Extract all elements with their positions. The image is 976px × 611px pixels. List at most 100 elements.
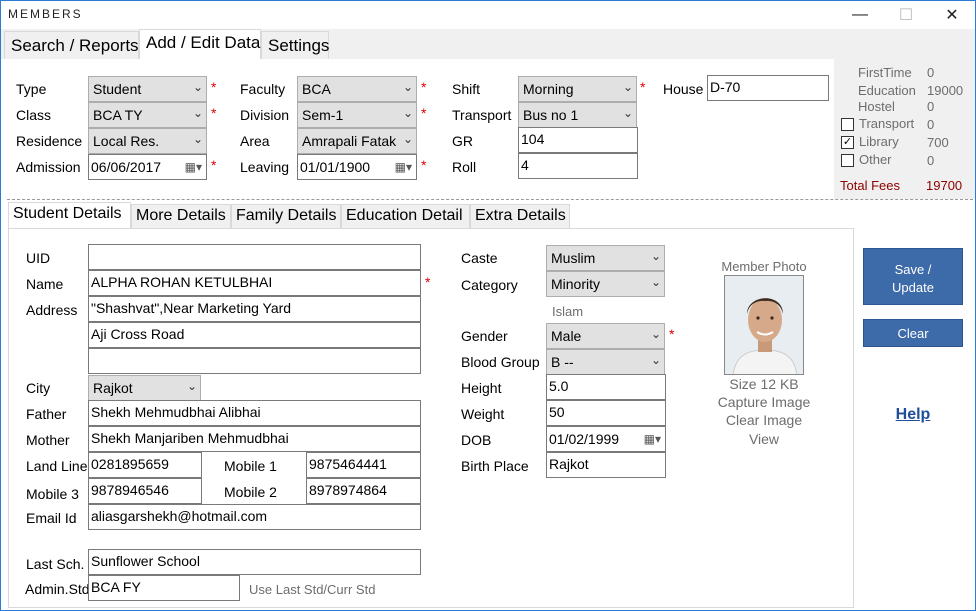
class-select[interactable]: BCA TY ⌄ bbox=[88, 102, 207, 128]
father-input[interactable]: Shekh Mehmudbhai Alibhai bbox=[88, 400, 421, 426]
leaving-date[interactable]: 01/01/1900 ▦▾ bbox=[297, 154, 417, 180]
tab-more-details[interactable]: More Details bbox=[131, 204, 231, 228]
uid-input[interactable] bbox=[88, 244, 421, 270]
bloodgroup-label: Blood Group bbox=[461, 354, 540, 370]
tab-education-detail[interactable]: Education Detail bbox=[341, 204, 470, 228]
name-input[interactable]: ALPHA ROHAN KETULBHAI bbox=[88, 270, 421, 296]
hostel-value: 0 bbox=[927, 99, 935, 114]
shift-label: Shift bbox=[452, 81, 481, 97]
required-mark: * bbox=[421, 79, 427, 95]
help-link[interactable]: Help bbox=[863, 406, 963, 424]
height-input[interactable]: 5.0 bbox=[546, 374, 666, 400]
address-label: Address bbox=[26, 302, 78, 318]
chevron-down-icon: ⌄ bbox=[622, 80, 633, 94]
city-label: City bbox=[26, 380, 51, 396]
education-value: 19000 bbox=[927, 83, 964, 98]
mobile1-label: Mobile 1 bbox=[224, 458, 277, 474]
minimize-button[interactable]: — bbox=[837, 1, 883, 29]
email-input[interactable]: aliasgarshekh@hotmail.com bbox=[88, 504, 421, 530]
category-label: Category bbox=[461, 277, 518, 293]
shift-select[interactable]: Morning ⌄ bbox=[518, 76, 637, 102]
required-mark: * bbox=[211, 105, 217, 121]
landline-label: Land Line bbox=[26, 458, 88, 474]
house-input[interactable]: D-70 bbox=[707, 75, 829, 101]
name-label: Name bbox=[26, 276, 64, 292]
member-photo[interactable] bbox=[724, 275, 804, 375]
window-title: MEMBERS bbox=[8, 7, 83, 21]
transport-select[interactable]: Bus no 1 ⌄ bbox=[518, 102, 637, 128]
view-image-link[interactable]: View bbox=[704, 431, 824, 447]
chevron-down-icon: ⌄ bbox=[192, 132, 203, 146]
gr-label: GR bbox=[452, 133, 473, 149]
division-select[interactable]: Sem-1 ⌄ bbox=[297, 102, 417, 128]
type-select[interactable]: Student ⌄ bbox=[88, 76, 207, 102]
bloodgroup-select[interactable]: B -- ⌄ bbox=[546, 349, 665, 375]
tab-student-details[interactable]: Student Details bbox=[8, 202, 131, 229]
dob-date[interactable]: 01/02/1999 ▦▾ bbox=[546, 426, 666, 452]
faculty-select[interactable]: BCA ⌄ bbox=[297, 76, 417, 102]
mobile1-input[interactable]: 9875464441 bbox=[306, 452, 421, 478]
mother-input[interactable]: Shekh Manjariben Mehmudbhai bbox=[88, 426, 421, 452]
calendar-icon[interactable]: ▦▾ bbox=[185, 160, 202, 174]
tab-add-edit-data[interactable]: Add / Edit Data bbox=[139, 29, 261, 59]
area-label: Area bbox=[240, 133, 270, 149]
mobile2-label: Mobile 2 bbox=[224, 484, 277, 500]
photo-size: Size 12 KB bbox=[729, 376, 799, 392]
capture-image-link[interactable]: Capture Image bbox=[704, 394, 824, 410]
transport-checkbox[interactable] bbox=[841, 118, 854, 131]
area-select[interactable]: Amrapali Fatak ⌄ bbox=[297, 128, 417, 154]
address-line2-input[interactable]: Aji Cross Road bbox=[88, 322, 421, 348]
email-label: Email Id bbox=[26, 510, 77, 526]
lastsch-input[interactable]: Sunflower School bbox=[88, 549, 421, 575]
city-select[interactable]: Rajkot ⌄ bbox=[88, 375, 201, 401]
tab-search-reports[interactable]: Search / Reports bbox=[4, 31, 139, 59]
required-mark: * bbox=[425, 274, 431, 290]
address-line1-input[interactable]: "Shashvat",Near Marketing Yard bbox=[88, 296, 421, 322]
residence-select[interactable]: Local Res. ⌄ bbox=[88, 128, 207, 154]
calendar-icon[interactable]: ▦▾ bbox=[395, 160, 412, 174]
tab-family-details[interactable]: Family Details bbox=[231, 204, 341, 228]
division-label: Division bbox=[240, 107, 290, 123]
admission-date[interactable]: 06/06/2017 ▦▾ bbox=[88, 154, 207, 180]
maximize-button[interactable]: ☐ bbox=[883, 1, 929, 29]
roll-input[interactable]: 4 bbox=[518, 153, 638, 179]
chevron-down-icon: ⌄ bbox=[402, 80, 413, 94]
chevron-down-icon: ⌄ bbox=[650, 327, 661, 341]
uid-label: UID bbox=[26, 250, 51, 266]
clear-image-link[interactable]: Clear Image bbox=[704, 412, 824, 428]
category-select[interactable]: Minority ⌄ bbox=[546, 271, 665, 297]
faculty-label: Faculty bbox=[240, 81, 286, 97]
library-label: Library bbox=[859, 134, 899, 149]
gr-input[interactable]: 104 bbox=[518, 127, 638, 153]
other-checkbox[interactable] bbox=[841, 154, 854, 167]
landline-input[interactable]: 0281895659 bbox=[88, 452, 202, 478]
tab-extra-details[interactable]: Extra Details bbox=[470, 204, 570, 228]
gender-select[interactable]: Male ⌄ bbox=[546, 323, 665, 349]
father-label: Father bbox=[26, 406, 67, 422]
caste-select[interactable]: Muslim ⌄ bbox=[546, 245, 665, 271]
birthplace-label: Birth Place bbox=[461, 458, 529, 474]
other-value: 0 bbox=[927, 153, 935, 168]
chevron-down-icon: ⌄ bbox=[402, 106, 413, 120]
tab-settings[interactable]: Settings bbox=[261, 31, 329, 59]
required-mark: * bbox=[421, 157, 427, 173]
close-button[interactable]: ✕ bbox=[929, 1, 975, 29]
mobile2-input[interactable]: 8978974864 bbox=[306, 478, 421, 504]
library-value: 700 bbox=[927, 135, 949, 150]
weight-input[interactable]: 50 bbox=[546, 400, 666, 426]
birthplace-input[interactable]: Rajkot bbox=[546, 452, 666, 478]
use-last-std-link[interactable]: Use Last Std/Curr Std bbox=[249, 582, 375, 597]
required-mark: * bbox=[640, 79, 646, 95]
firsttime-label: FirstTime bbox=[858, 65, 912, 80]
address-line3-input[interactable] bbox=[88, 348, 421, 374]
library-checkbox[interactable]: ✓ bbox=[841, 136, 854, 149]
mobile3-input[interactable]: 9878946546 bbox=[88, 478, 202, 504]
save-update-button[interactable]: Save / Update bbox=[863, 248, 963, 305]
calendar-icon[interactable]: ▦▾ bbox=[644, 432, 661, 446]
class-label: Class bbox=[16, 107, 52, 123]
clear-button[interactable]: Clear bbox=[863, 319, 963, 347]
chevron-down-icon: ⌄ bbox=[622, 106, 633, 120]
gender-label: Gender bbox=[461, 328, 508, 344]
roll-label: Roll bbox=[452, 159, 477, 175]
adminstd-input[interactable]: BCA FY bbox=[88, 575, 240, 601]
